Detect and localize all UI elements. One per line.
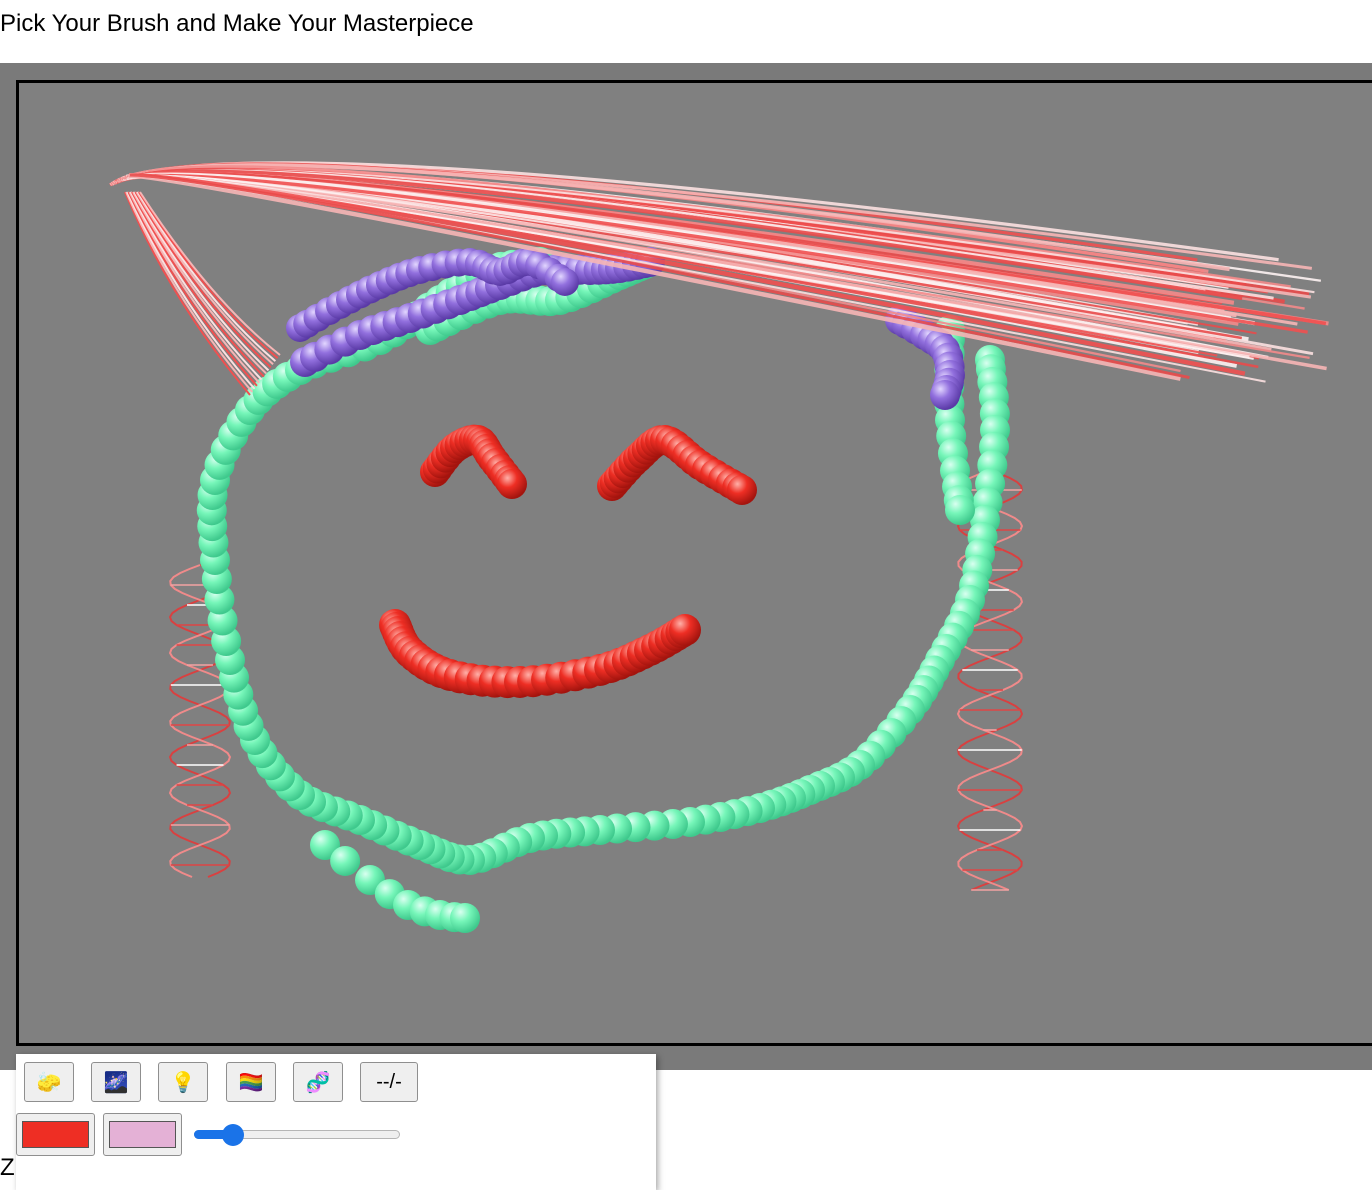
rainbow-flag-icon: 🏳️‍🌈 (238, 1070, 264, 1094)
slider-thumb[interactable] (221, 1124, 244, 1146)
red-sphere (669, 614, 701, 646)
brush-toolbar: 🧽 🌌 💡 🏳️‍🌈 🧬 --/- (16, 1054, 656, 1190)
footer-text: Z (0, 1154, 15, 1181)
hair-stroke (138, 191, 279, 359)
dna-icon: 🧬 (305, 1070, 331, 1094)
red-sphere (497, 469, 527, 499)
green-sphere (945, 495, 975, 525)
primary-color-swatch (22, 1121, 89, 1148)
purple-sphere (930, 380, 960, 410)
secondary-color-swatch (109, 1121, 176, 1148)
primary-color-picker[interactable] (16, 1113, 95, 1156)
rainbow-brush-button[interactable]: 🏳️‍🌈 (226, 1062, 276, 1102)
artwork (109, 161, 1329, 933)
line-brush-button[interactable]: --/- (360, 1062, 418, 1102)
dna-brush-button[interactable]: 🧬 (293, 1062, 343, 1102)
light-brush-button[interactable]: 💡 (158, 1062, 208, 1102)
hair-stroke (136, 191, 277, 362)
hair-stroke (139, 191, 281, 356)
purple-sphere (551, 268, 579, 296)
secondary-color-picker[interactable] (103, 1113, 182, 1156)
red-sphere (727, 475, 757, 505)
green-sphere (330, 845, 361, 876)
sphere-strokes (196, 247, 1010, 933)
sponge-icon: 🧽 (36, 1070, 62, 1094)
sponge-eraser-button[interactable]: 🧽 (24, 1062, 74, 1102)
green-sphere (450, 903, 480, 933)
galaxy-brush-button[interactable]: 🌌 (91, 1062, 141, 1102)
drawing-canvas[interactable] (16, 80, 1372, 1046)
brush-size-slider[interactable] (194, 1124, 400, 1146)
page-title: Pick Your Brush and Make Your Masterpiec… (0, 10, 474, 37)
galaxy-icon: 🌌 (103, 1070, 129, 1094)
lightbulb-icon: 💡 (170, 1070, 196, 1094)
